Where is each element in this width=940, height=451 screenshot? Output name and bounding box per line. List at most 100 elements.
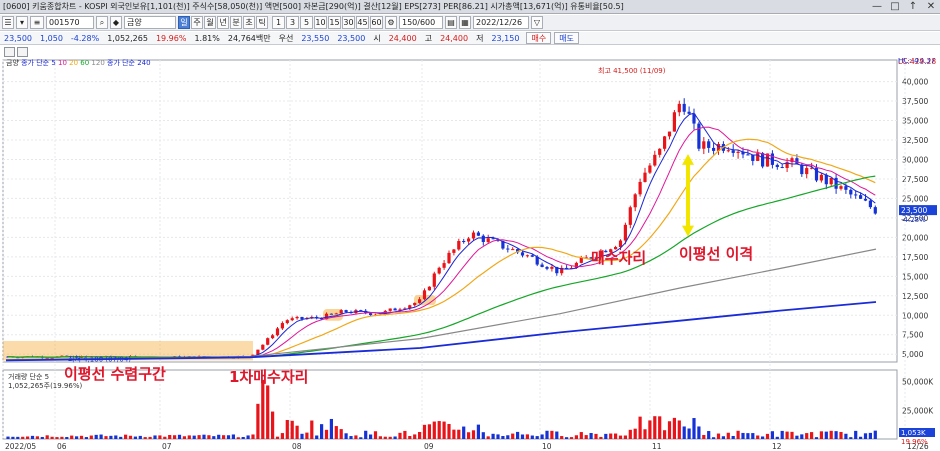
volume-bar	[30, 435, 35, 439]
line-tool-icon[interactable]	[17, 47, 28, 57]
date-field[interactable]: 2022/12/26	[473, 16, 529, 29]
volume-bar	[226, 435, 231, 439]
annotation-first-buy: 1차매수자리	[229, 368, 309, 386]
pin-icon[interactable]: ↑	[904, 0, 922, 13]
candle-body	[452, 249, 456, 253]
volume-bar	[805, 433, 809, 439]
cursor-tool-icon[interactable]	[4, 47, 15, 57]
candle-body	[550, 266, 554, 269]
volume-bar	[45, 435, 49, 439]
candle-body	[751, 154, 755, 161]
volume-bar	[756, 435, 760, 439]
volume-bar	[795, 435, 799, 439]
volume-bar	[535, 436, 539, 439]
volume-bar	[413, 434, 417, 439]
volume-bar	[329, 418, 333, 439]
volume-last-label: 1,053K	[901, 429, 926, 437]
menu-icon[interactable]: ☰	[2, 16, 14, 29]
candle-body	[677, 103, 681, 113]
volume-bar	[452, 429, 456, 439]
volume-bar	[11, 436, 15, 439]
search-icon[interactable]: ⌕	[96, 16, 108, 29]
volume-bar	[545, 430, 549, 439]
interval-button[interactable]: 15	[328, 16, 341, 29]
candle-body	[432, 273, 436, 287]
candle-body	[334, 313, 338, 315]
volume-bar	[334, 426, 338, 439]
minimize-icon[interactable]: —	[868, 0, 886, 13]
candle-body	[819, 174, 823, 181]
volume-bar	[594, 433, 598, 439]
buy-button[interactable]: 매수	[526, 32, 552, 44]
legend-item: 10	[58, 59, 69, 67]
period-button[interactable]: 월	[204, 16, 216, 29]
volume-bar	[677, 420, 681, 439]
volume-bar	[231, 434, 235, 439]
volume-bar	[726, 432, 730, 439]
volume-bar	[388, 436, 392, 439]
period-button[interactable]: 일	[178, 16, 190, 29]
volume-bar	[418, 432, 422, 439]
volume-bar	[633, 428, 637, 439]
volume-bar	[339, 429, 343, 439]
dropdown-icon[interactable]: ▾	[16, 16, 28, 29]
volume-bar	[486, 436, 490, 439]
list-icon[interactable]: ≡	[30, 16, 44, 29]
y-tick-label: 25,000	[902, 194, 928, 203]
y-tick-label: 10,000	[902, 311, 928, 320]
candle-body	[329, 313, 333, 315]
close-icon[interactable]: ✕	[922, 0, 940, 13]
calendar-picker-icon[interactable]: ▽	[531, 16, 543, 29]
interval-button[interactable]: 5	[300, 16, 313, 29]
period-button[interactable]: 주	[191, 16, 203, 29]
volume-bar	[658, 416, 662, 439]
volume-bar	[354, 435, 358, 439]
settings-icon[interactable]: ⚙	[385, 16, 397, 29]
volume-bar	[369, 434, 373, 439]
candle-body	[658, 148, 662, 155]
interval-button[interactable]: 45	[356, 16, 369, 29]
volume-bar	[555, 431, 559, 439]
volume-bar	[462, 426, 466, 439]
period-button[interactable]: 초	[243, 16, 255, 29]
y-tick-label: 27,500	[902, 175, 928, 184]
candle-body	[486, 238, 490, 242]
interval-button[interactable]: 3	[286, 16, 299, 29]
candle-body	[300, 316, 304, 320]
chart-icon[interactable]: ▤	[445, 16, 457, 29]
volume-bar	[741, 432, 745, 439]
interval-button[interactable]: 30	[342, 16, 355, 29]
trade-amount: 24,764백만	[227, 33, 271, 43]
stock-code-input[interactable]: 001570	[46, 16, 94, 29]
interval-button[interactable]: 60	[370, 16, 383, 29]
volume-bar	[104, 436, 108, 439]
interval-button[interactable]: 1	[272, 16, 285, 29]
interval-button[interactable]: 10	[314, 16, 327, 29]
candle-body	[525, 255, 529, 257]
volume-bar	[89, 435, 93, 439]
count-field[interactable]: 150/600	[399, 16, 443, 29]
restore-icon[interactable]: □	[886, 0, 904, 13]
candle-body	[393, 308, 397, 311]
candle-body	[682, 103, 686, 112]
open-value: 24,400	[388, 33, 417, 43]
volume-bar	[702, 434, 706, 439]
volume-bar	[383, 436, 387, 439]
volume-bar	[569, 437, 574, 439]
volume-bar	[344, 433, 348, 439]
stock-name-field[interactable]: 금양	[124, 16, 176, 29]
candle-body	[45, 357, 49, 359]
lock-icon[interactable]: ◆	[110, 16, 122, 29]
candle-body	[520, 252, 525, 256]
volume-bar	[266, 385, 270, 439]
period-button[interactable]: 년	[217, 16, 229, 29]
period-button[interactable]: 분	[230, 16, 242, 29]
period-button[interactable]: 틱	[256, 16, 268, 29]
calendar-icon[interactable]: ▦	[459, 16, 471, 29]
sell-button[interactable]: 매도	[554, 32, 579, 44]
volume-bar	[687, 428, 691, 439]
price-chart[interactable]: 40,000 37,500 35,000 32,500 30,000 27,500 25,0…	[0, 58, 940, 451]
volume-bar	[305, 432, 309, 439]
y-tick-label: 12,500	[902, 292, 928, 301]
volume-bar	[712, 437, 716, 439]
